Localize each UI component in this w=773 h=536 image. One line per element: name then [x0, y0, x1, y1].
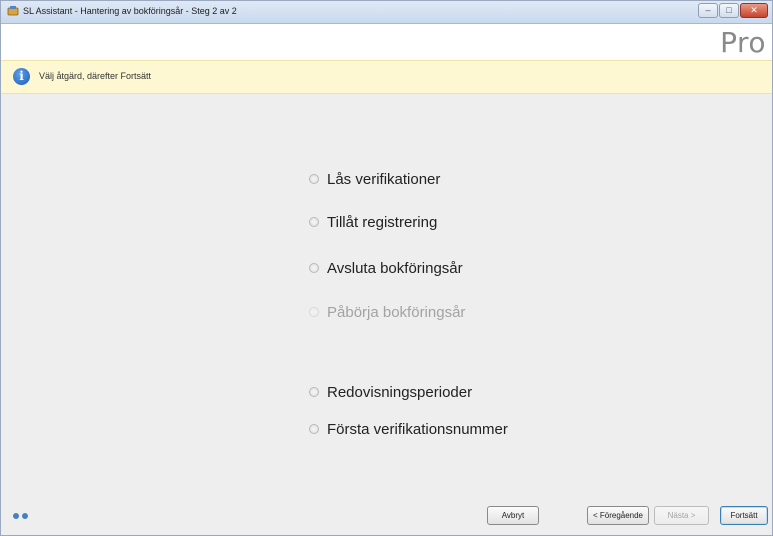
brand-logo-text: Pro [720, 26, 766, 59]
dot [22, 513, 28, 519]
radio-button[interactable] [309, 387, 319, 397]
options-panel: Lås verifikationer Tillåt registrering A… [1, 93, 772, 493]
continue-button[interactable]: Fortsätt [720, 506, 768, 525]
radio-button [309, 307, 319, 317]
next-button: Nästa > [654, 506, 709, 525]
radio-button[interactable] [309, 263, 319, 273]
option-paborja-bokforingsar: Påbörja bokföringsår [309, 299, 465, 325]
radio-button[interactable] [309, 217, 319, 227]
maximize-button[interactable]: □ [719, 3, 739, 18]
option-label: Första verifikationsnummer [327, 420, 508, 438]
dot [13, 513, 19, 519]
cancel-button[interactable]: Avbryt [487, 506, 539, 525]
radio-button[interactable] [309, 424, 319, 434]
previous-button[interactable]: < Föregående [587, 506, 649, 525]
option-label: Redovisningsperioder [327, 383, 473, 401]
window-controls: – □ ✕ [698, 3, 768, 19]
option-label: Avsluta bokföringsår [327, 259, 463, 277]
window-title: SL Assistant - Hantering av bokföringsår… [23, 6, 237, 16]
minimize-button[interactable]: – [698, 3, 718, 18]
option-label: Lås verifikationer [327, 170, 441, 188]
wizard-footer: Avbryt < Föregående Nästa > Fortsätt [1, 493, 772, 535]
option-forsta-verifikationsnummer[interactable]: Första verifikationsnummer [309, 416, 508, 442]
title-bar[interactable]: SL Assistant - Hantering av bokföringsår… [1, 1, 772, 24]
wizard-window: SL Assistant - Hantering av bokföringsår… [0, 0, 773, 536]
radio-button[interactable] [309, 174, 319, 184]
app-icon [7, 6, 19, 16]
option-las-verifikationer[interactable]: Lås verifikationer [309, 166, 440, 192]
option-avsluta-bokforingsar[interactable]: Avsluta bokföringsår [309, 255, 463, 281]
info-bar: i Välj åtgärd, därefter Fortsätt [1, 60, 772, 94]
info-icon: i [13, 68, 30, 85]
brand-header: Pro [1, 24, 772, 60]
close-button[interactable]: ✕ [740, 3, 768, 18]
option-label: Tillåt registrering [327, 213, 438, 231]
option-tillat-registrering[interactable]: Tillåt registrering [309, 209, 437, 235]
info-text: Välj åtgärd, därefter Fortsätt [39, 71, 152, 81]
option-label: Påbörja bokföringsår [327, 303, 466, 321]
progress-dots-icon [13, 513, 28, 519]
option-redovisningsperioder[interactable]: Redovisningsperioder [309, 379, 472, 405]
